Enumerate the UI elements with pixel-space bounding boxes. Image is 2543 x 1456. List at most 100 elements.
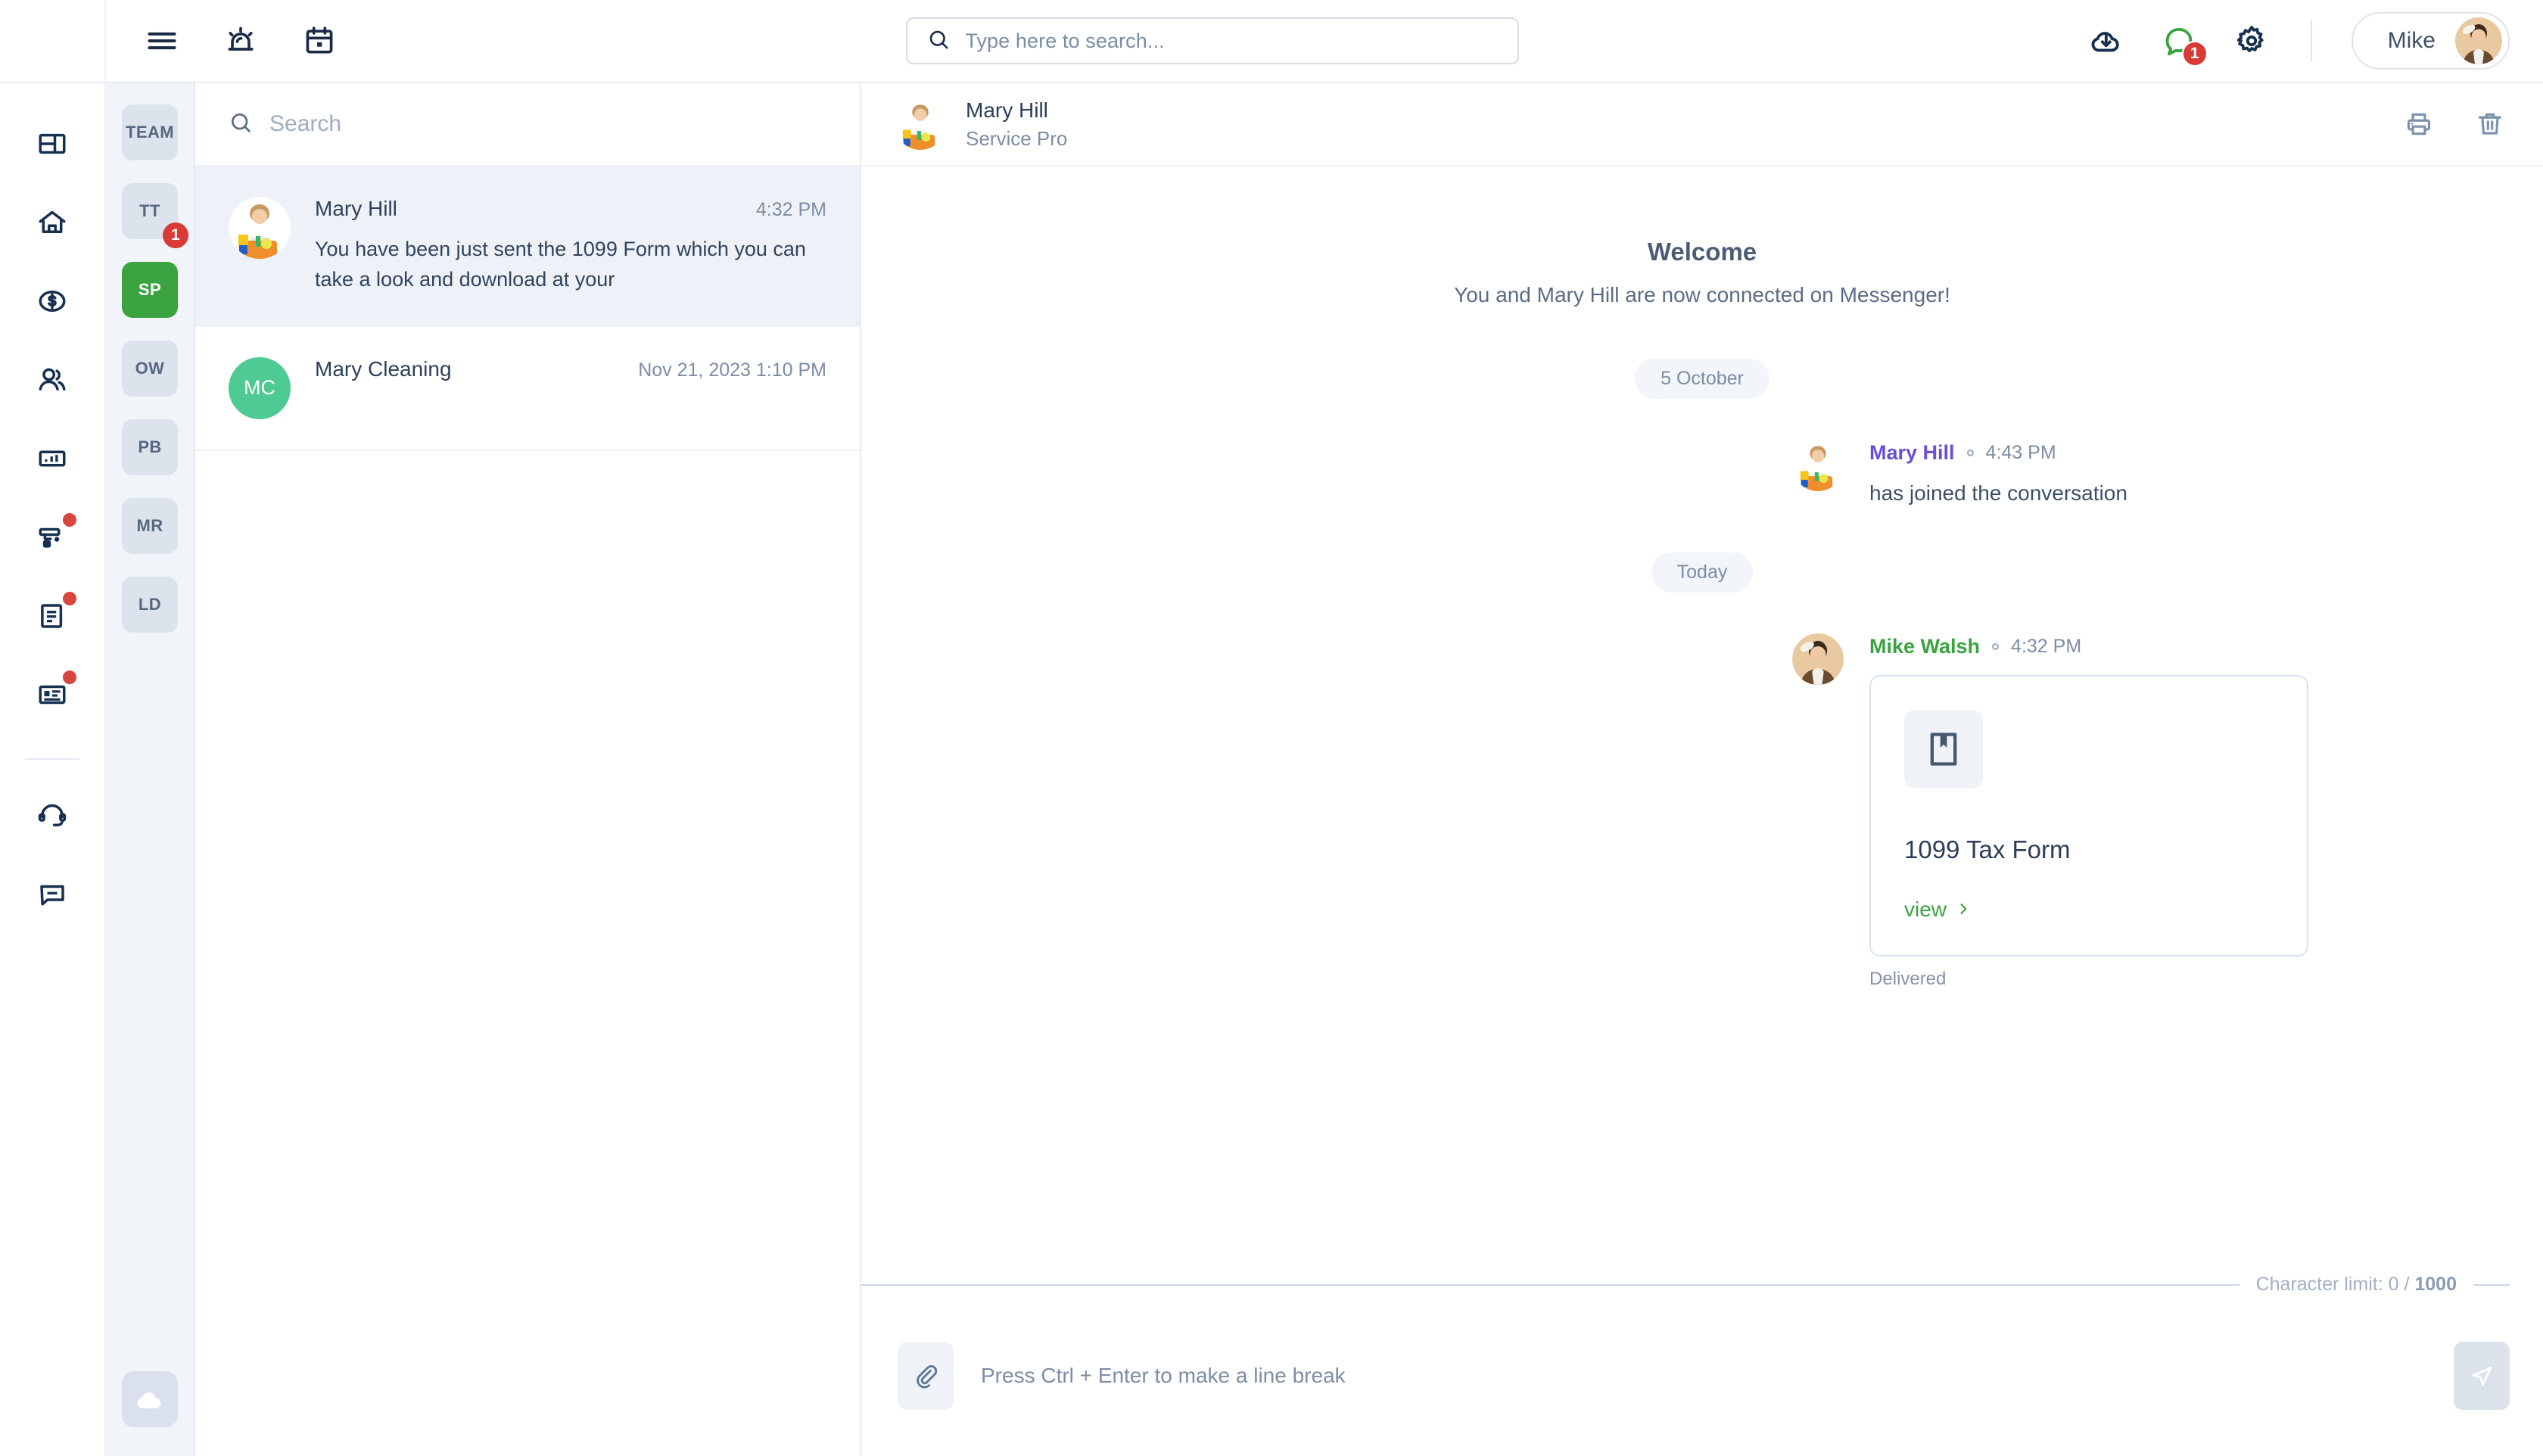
list-item-body: Mary Cleaning Nov 21, 2023 1:10 PM [315, 357, 826, 419]
dashboard-icon[interactable] [20, 112, 84, 176]
message-status: Delivered [1869, 969, 1947, 989]
list-item[interactable]: Mary Hill 4:32 PM You have been just sen… [195, 166, 860, 327]
team-chip-label: OW [135, 359, 165, 378]
message-author: Mike Walsh [1869, 635, 1981, 658]
rail-divider [25, 758, 79, 760]
message-time: 4:43 PM [1985, 442, 2056, 463]
printer-icon[interactable] [2402, 107, 2436, 141]
message-input[interactable]: Press Ctrl + Enter to make a line break [981, 1364, 2426, 1388]
team-chip-sp[interactable]: SP [122, 262, 178, 318]
divider-right [2473, 1283, 2510, 1286]
divider-left [861, 1283, 2240, 1286]
avatar [1792, 633, 1844, 685]
team-chip-ow[interactable]: OW [122, 341, 178, 397]
list-item-body: Mary Hill 4:32 PM You have been just sen… [315, 197, 826, 295]
user-menu-button[interactable]: Mike [2351, 12, 2510, 70]
topbar-left-spacer [0, 0, 106, 82]
user-name: Mike [2387, 28, 2436, 53]
id-card-icon[interactable] [20, 663, 84, 726]
cloud-upload-icon[interactable] [122, 1371, 178, 1427]
attachment-card[interactable]: 1099 Tax Form view [1869, 675, 2308, 957]
thread-subtitle: Service Pro [966, 126, 1068, 150]
team-chip-mr[interactable]: MR [122, 498, 178, 554]
app-shell: TEAM TT 1 SP OW PB MR LD Search Mary Hil… [0, 83, 2543, 1456]
attachment-view-link[interactable]: view [1904, 898, 1971, 922]
topbar-right-group: 1 Mike [2087, 12, 2543, 70]
conversation-search[interactable]: Search [195, 83, 860, 166]
people-icon[interactable] [20, 348, 84, 412]
day-separator-row: 5 October [861, 359, 2543, 399]
alarm-icon[interactable] [221, 21, 260, 61]
message-text: has joined the conversation [1869, 481, 2127, 505]
cloud-download-icon[interactable] [2087, 21, 2126, 61]
dollar-circle-icon[interactable] [20, 269, 84, 333]
notification-dot [63, 670, 76, 684]
avatar-initials: MC [229, 356, 291, 419]
welcome-title: Welcome [1647, 238, 1757, 266]
message-item: Mike Walsh 4:32 PM 1099 Tax Form view De… [861, 633, 2543, 990]
message-author: Mary Hill [1869, 441, 1955, 464]
notification-dot [63, 513, 76, 527]
team-chip-label: LD [138, 595, 162, 614]
bar-chart-icon[interactable] [20, 427, 84, 490]
messages-area: Welcome You and Mary Hill are now connec… [861, 166, 2543, 1274]
separator-dot-icon [1992, 643, 2000, 650]
attachment-view-label: view [1904, 898, 1947, 921]
conversation-search-placeholder: Search [269, 111, 342, 136]
paint-roller-icon[interactable] [20, 506, 84, 569]
team-chip-label: MR [136, 516, 163, 535]
team-column: TEAM TT 1 SP OW PB MR LD [106, 83, 195, 1456]
separator-dot-icon [1966, 450, 1974, 456]
list-item-header: Mary Cleaning Nov 21, 2023 1:10 PM [315, 357, 826, 381]
day-separator: 5 October [1635, 359, 1770, 399]
team-chip-team[interactable]: TEAM [122, 104, 178, 160]
attachment-title: 1099 Tax Form [1904, 835, 2071, 863]
send-icon[interactable] [2454, 1342, 2510, 1410]
team-chip-label: SP [138, 280, 162, 299]
team-chip-pb[interactable]: PB [122, 419, 178, 475]
document-icon[interactable] [20, 584, 84, 648]
thread-header: Mary Hill Service Pro [861, 83, 2543, 166]
global-search-placeholder: Type here to search... [965, 29, 1165, 52]
trash-icon[interactable] [2473, 107, 2507, 141]
gear-icon[interactable] [2232, 21, 2271, 61]
global-search-box[interactable]: Type here to search... [906, 17, 1520, 64]
conversation-name: Mary Hill [315, 197, 397, 220]
message-composer: Character limit: 0 / 1000 Press Ctrl + E… [861, 1274, 2543, 1456]
message-body: Mike Walsh 4:32 PM 1099 Tax Form view De… [1869, 633, 2308, 990]
character-limit-max: 1000 [2414, 1274, 2457, 1295]
icon-rail [0, 83, 106, 1456]
chat-unread-badge: 1 [2181, 41, 2208, 67]
home-icon[interactable] [20, 191, 84, 254]
welcome-subtitle: You and Mary Hill are now connected on M… [1454, 283, 1950, 306]
day-separator: Today [1651, 552, 1754, 593]
chevron-right-icon [1956, 898, 1971, 922]
day-separator-row: Today [861, 552, 2543, 593]
page-title: Mary Hill [966, 98, 1048, 122]
team-chip-label: TEAM [126, 123, 174, 142]
message-meta: Mike Walsh 4:32 PM [1869, 635, 2308, 658]
conversation-time: Nov 21, 2023 1:10 PM [638, 359, 826, 381]
hamburger-menu-icon[interactable] [142, 21, 182, 61]
topbar-icon-group [106, 21, 339, 61]
list-item[interactable]: MC Mary Cleaning Nov 21, 2023 1:10 PM [195, 327, 860, 451]
team-chip-tt[interactable]: TT 1 [122, 183, 188, 248]
global-search-container: Type here to search... [339, 17, 2087, 64]
team-chip-ld[interactable]: LD [122, 577, 178, 633]
character-limit-prefix: Character limit: 0 / [2255, 1274, 2415, 1295]
chat-icon[interactable] [20, 863, 84, 926]
search-icon [927, 28, 950, 54]
calendar-icon[interactable] [300, 21, 339, 61]
message-thread: Mary Hill Service Pro Welcome You and Ma… [861, 83, 2543, 1456]
thread-header-text: Mary Hill Service Pro [966, 98, 1067, 151]
header-divider [2310, 20, 2312, 61]
thread-actions [2402, 107, 2507, 141]
paperclip-icon[interactable] [898, 1342, 954, 1410]
avatar [2455, 17, 2502, 64]
search-icon [229, 110, 253, 138]
chat-bubble-icon[interactable]: 1 [2159, 21, 2208, 67]
conversation-preview: You have been just sent the 1099 Form wh… [315, 238, 806, 291]
avatar [895, 98, 946, 150]
headset-icon[interactable] [20, 784, 84, 848]
message-time: 4:32 PM [2011, 636, 2082, 657]
